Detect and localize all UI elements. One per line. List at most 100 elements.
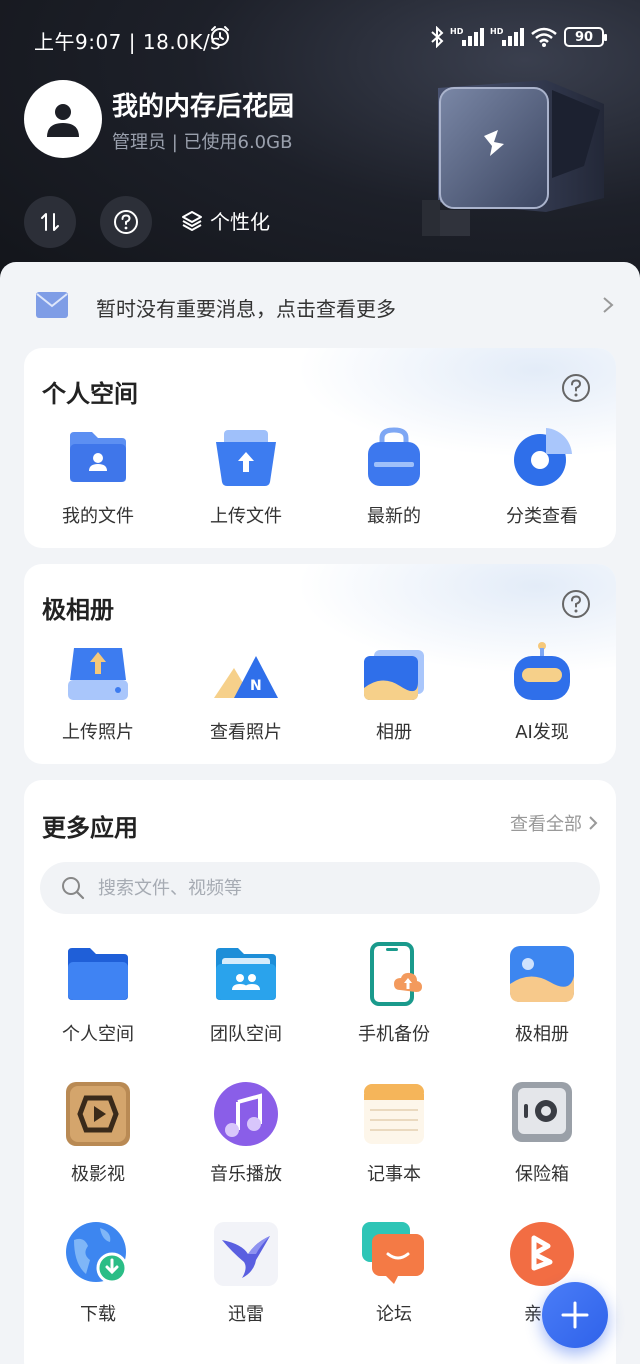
- personalize-button[interactable]: 个性化: [180, 206, 270, 235]
- view-photos-button[interactable]: N 查看照片: [172, 640, 320, 744]
- status-bar: 上午9:07 | 18.0K/s HD HD 90: [0, 20, 640, 56]
- see-all-link[interactable]: 查看全部: [510, 810, 598, 836]
- safe-icon: [512, 1082, 572, 1142]
- family-icon: [510, 1222, 574, 1286]
- robot-icon: [514, 642, 570, 700]
- folder-icon: [68, 948, 128, 1000]
- help-icon[interactable]: [560, 372, 592, 404]
- app-label: 记事本: [367, 1164, 421, 1185]
- ai-discover-label: AI发现: [515, 722, 569, 743]
- globe-download-icon: [66, 1222, 128, 1284]
- my-files-button[interactable]: 我的文件: [24, 424, 172, 528]
- battery-icon: 90: [564, 27, 607, 47]
- thunder-bird-icon: [214, 1222, 278, 1286]
- svg-text:N: N: [250, 678, 262, 694]
- app-video[interactable]: 极影视: [24, 1080, 172, 1220]
- transfer-button[interactable]: [24, 196, 76, 248]
- status-icons: HD HD 90: [430, 26, 607, 48]
- album-label: 相册: [376, 722, 412, 743]
- battery-level: 90: [574, 29, 594, 45]
- app-personal-space[interactable]: 个人空间: [24, 940, 172, 1080]
- alarm-icon: [211, 26, 229, 46]
- chevron-right-icon: [603, 297, 614, 313]
- app-label: 手机备份: [358, 1024, 430, 1045]
- more-apps-card: 更多应用 查看全部 个人空间: [24, 780, 616, 1364]
- ai-discover-button[interactable]: AI发现: [468, 640, 616, 744]
- album-icon: [364, 650, 424, 700]
- header: 上午9:07 | 18.0K/s HD HD 90 我的内存后花园 管理员 | …: [0, 0, 640, 300]
- view-photos-label: 查看照片: [210, 722, 282, 743]
- app-team-space[interactable]: 团队空间: [172, 940, 320, 1080]
- recent-label: 最新的: [367, 506, 421, 527]
- app-music[interactable]: 音乐播放: [172, 1080, 320, 1220]
- app-label: 团队空间: [210, 1024, 282, 1045]
- app-label: 极相册: [515, 1024, 569, 1045]
- phone-backup-icon: [370, 942, 422, 1006]
- album-button[interactable]: 相册: [320, 640, 468, 744]
- user-icon: [47, 104, 79, 137]
- app-label: 迅雷: [228, 1304, 264, 1325]
- user-name[interactable]: 我的内存后花园: [112, 86, 294, 123]
- bluetooth-icon: [431, 26, 444, 48]
- app-photo-album[interactable]: 极相册: [468, 940, 616, 1080]
- app-label: 论坛: [376, 1304, 412, 1325]
- personal-space-grid: 我的文件 上传文件 最新的 分类查看: [24, 424, 616, 528]
- personalize-label: 个性化: [210, 210, 270, 234]
- my-files-label: 我的文件: [62, 506, 134, 527]
- svg-text:HD: HD: [450, 27, 464, 36]
- search-bar[interactable]: [40, 862, 600, 914]
- add-button[interactable]: [542, 1282, 608, 1348]
- photo-icon: [510, 946, 574, 1002]
- recent-button[interactable]: 最新的: [320, 424, 468, 528]
- app-notepad[interactable]: 记事本: [320, 1080, 468, 1220]
- hd-signal-icon: HD: [450, 27, 484, 46]
- help-button[interactable]: [100, 196, 152, 248]
- search-input[interactable]: [98, 877, 578, 899]
- notice-bar[interactable]: 暂时没有重要消息，点击查看更多: [0, 262, 640, 348]
- category-view-label: 分类查看: [506, 506, 578, 527]
- user-storage-info: 管理员 | 已使用6.0GB: [112, 132, 293, 153]
- app-label: 音乐播放: [210, 1164, 282, 1185]
- see-all-label: 查看全部: [510, 814, 582, 835]
- app-forum[interactable]: 论坛: [320, 1220, 468, 1360]
- team-folder-icon: [216, 948, 276, 1000]
- photos-title: 极相册: [42, 596, 114, 624]
- mail-icon: [36, 292, 68, 318]
- upload-photos-button[interactable]: 上传照片: [24, 640, 172, 744]
- app-label: 保险箱: [515, 1164, 569, 1185]
- upload-photos-label: 上传照片: [62, 722, 134, 743]
- upload-files-label: 上传文件: [210, 506, 282, 527]
- search-icon: [62, 877, 85, 900]
- upload-files-button[interactable]: 上传文件: [172, 424, 320, 528]
- film-icon: [66, 1082, 130, 1146]
- apps-grid: 个人空间 团队空间 手机备份 极相册 极影视 音乐播放 记事本 保险箱 下载 迅…: [24, 940, 616, 1360]
- music-icon: [214, 1082, 278, 1146]
- photos-grid: 上传照片 N 查看照片 相册 AI发现: [24, 640, 616, 744]
- nas-device-image: [422, 80, 604, 236]
- wifi-icon: [531, 27, 557, 47]
- upload-drive-icon: [68, 648, 128, 700]
- app-thunder[interactable]: 迅雷: [172, 1220, 320, 1360]
- category-view-button[interactable]: 分类查看: [468, 424, 616, 528]
- pie-chart-icon: [514, 428, 572, 486]
- svg-text:HD: HD: [490, 27, 504, 36]
- app-label: 个人空间: [62, 1024, 134, 1045]
- app-label: 极影视: [71, 1164, 125, 1185]
- notice-text: 暂时没有重要消息，点击查看更多: [96, 297, 396, 321]
- app-phone-backup[interactable]: 手机备份: [320, 940, 468, 1080]
- hd-signal-icon: HD: [490, 27, 524, 46]
- help-icon: [114, 210, 138, 234]
- personal-space-title: 个人空间: [42, 380, 138, 408]
- notepad-icon: [364, 1084, 424, 1144]
- mountain-icon: N: [214, 656, 278, 698]
- folder-user-icon: [70, 432, 126, 482]
- avatar[interactable]: [24, 80, 102, 158]
- transfer-icon: [41, 213, 59, 231]
- app-label: 下载: [80, 1304, 116, 1325]
- app-download[interactable]: 下载: [24, 1220, 172, 1360]
- help-icon[interactable]: [560, 588, 592, 620]
- status-time: 上午9:07 | 18.0K/s: [34, 30, 222, 54]
- plus-icon: [561, 1301, 589, 1329]
- app-safe[interactable]: 保险箱: [468, 1080, 616, 1220]
- chevron-right-icon: [589, 816, 598, 830]
